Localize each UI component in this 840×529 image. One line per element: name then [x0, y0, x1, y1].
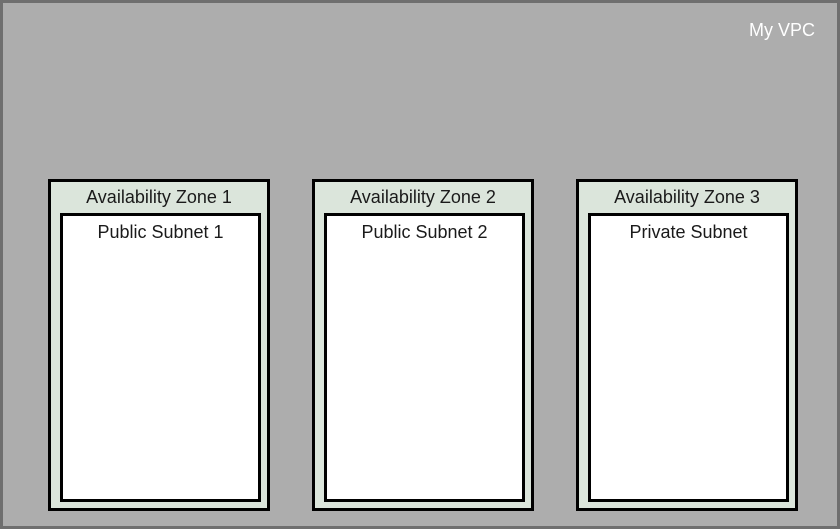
public-subnet-1: Public Subnet 1: [60, 213, 261, 502]
public-subnet-2: Public Subnet 2: [324, 213, 525, 502]
availability-zone-1-title: Availability Zone 1: [86, 187, 232, 207]
availability-zone-1: Availability Zone 1 Public Subnet 1: [48, 179, 270, 511]
availability-zone-2: Availability Zone 2 Public Subnet 2: [312, 179, 534, 511]
availability-zone-2-title: Availability Zone 2: [350, 187, 496, 207]
availability-zone-3: Availability Zone 3 Private Subnet: [576, 179, 798, 511]
vpc-container: My VPC Availability Zone 1 Public Subnet…: [0, 0, 840, 529]
availability-zone-3-title: Availability Zone 3: [614, 187, 760, 207]
public-subnet-1-title: Public Subnet 1: [97, 222, 224, 242]
public-subnet-2-title: Public Subnet 2: [361, 222, 488, 242]
vpc-label: My VPC: [748, 20, 815, 40]
private-subnet-title: Private Subnet: [629, 222, 748, 242]
private-subnet: Private Subnet: [588, 213, 789, 502]
